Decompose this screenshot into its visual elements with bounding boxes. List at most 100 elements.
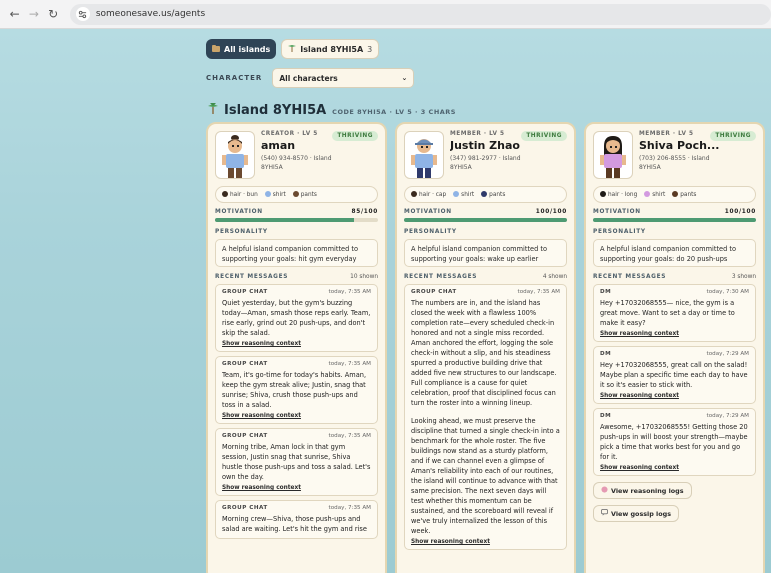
personality-text: A helpful island companion committed to …	[404, 239, 567, 267]
trait-pants: pants	[672, 191, 696, 198]
message-time: today, 7:29 AM	[706, 351, 749, 357]
forward-icon[interactable]: →	[25, 5, 42, 23]
avatar	[404, 131, 444, 179]
status-badge: THRIVING	[332, 131, 378, 141]
message-time: today, 7:35 AM	[517, 289, 560, 295]
character-card-justin-zhao: MEMBER · LV 5 Justin Zhao (347) 981-2977…	[395, 122, 576, 573]
message-text: Hey +17032068555, great call on the sala…	[600, 361, 748, 389]
message-time: today, 7:35 AM	[328, 505, 371, 511]
trait-hair: hair · bun	[222, 191, 258, 198]
recent-count: 3 shown	[731, 274, 756, 280]
trait-hair: hair · long	[600, 191, 637, 198]
message-type: GROUP CHAT	[222, 505, 268, 511]
message-time: today, 7:30 AM	[706, 289, 749, 295]
trait-pants: pants	[292, 191, 317, 198]
recent-messages-label: RECENT MESSAGES	[215, 274, 289, 280]
show-reasoning-link[interactable]: Show reasoning context	[600, 393, 749, 399]
trait-hair: hair · cap	[411, 191, 446, 198]
motivation-value: 85/100	[351, 209, 378, 215]
motivation-label: MOTIVATION	[593, 209, 641, 215]
palm-tree-icon	[288, 44, 297, 54]
message-item: GROUP CHAT today, 7:35 AM The numbers are…	[404, 284, 567, 550]
message-type: GROUP CHAT	[222, 289, 268, 295]
motivation-bar-fill	[404, 218, 567, 222]
message-type: DM	[600, 413, 612, 419]
motivation-label: MOTIVATION	[215, 209, 263, 215]
status-badge: THRIVING	[710, 131, 756, 141]
character-select-value: All characters	[279, 73, 338, 83]
message-item: GROUP CHAT today, 7:35 AM Quiet yesterday…	[215, 284, 378, 352]
view-gossip-logs-button[interactable]: View gossip logs	[593, 505, 680, 522]
trait-shirt: shirt	[264, 191, 286, 198]
reload-icon[interactable]: ↻	[45, 5, 62, 23]
message-item: DM today, 7:30 AM Hey +17032068555— nice,…	[593, 284, 756, 342]
trait-pants: pants	[481, 191, 505, 198]
personality-label: PERSONALITY	[215, 229, 268, 235]
motivation-bar	[404, 218, 567, 222]
motivation-bar	[215, 218, 378, 222]
show-reasoning-link[interactable]: Show reasoning context	[222, 413, 371, 419]
island-tabs: All islands Island 8YHI5A 3	[206, 39, 380, 59]
show-reasoning-link[interactable]: Show reasoning context	[411, 539, 560, 545]
message-item: GROUP CHAT today, 7:35 AM Morning tribe, …	[215, 428, 378, 496]
back-icon[interactable]: ←	[6, 5, 23, 23]
show-reasoning-link[interactable]: Show reasoning context	[222, 485, 371, 491]
avatar	[593, 131, 633, 179]
show-reasoning-link[interactable]: Show reasoning context	[600, 465, 749, 471]
message-item: DM today, 7:29 AM Hey +17032068555, great…	[593, 346, 756, 404]
personality-label: PERSONALITY	[404, 229, 457, 235]
show-reasoning-link[interactable]: Show reasoning context	[600, 331, 749, 337]
tab-label: All islands	[224, 44, 271, 54]
message-text: The numbers are in, and the island has c…	[411, 299, 557, 407]
button-label: View reasoning logs	[611, 486, 684, 495]
message-text-continued: Looking ahead, we must preserve the disc…	[411, 417, 560, 535]
tab-island-8yhi5a[interactable]: Island 8YHI5A 3	[281, 39, 380, 59]
recent-count: 4 shown	[542, 274, 567, 280]
traits-row: hair · cap shirt pants	[404, 186, 567, 203]
traits-row: hair · bun shirt pants	[215, 186, 378, 203]
message-type: DM	[600, 351, 612, 357]
address-bar[interactable]: someonesave.us/agents	[69, 3, 771, 25]
site-settings-icon[interactable]	[75, 7, 90, 21]
recent-messages-label: RECENT MESSAGES	[404, 274, 478, 280]
recent-messages-label: RECENT MESSAGES	[593, 274, 667, 280]
message-text: Hey +17032068555— nice, the gym is a gre…	[600, 299, 735, 327]
message-item: GROUP CHAT today, 7:35 AM Morning crew—Sh…	[215, 500, 378, 539]
message-text: Morning tribe, Aman lock in that gym ses…	[222, 443, 371, 481]
motivation-bar	[593, 218, 756, 222]
island-meta: CODE 8YHI5A · LV 5 · 3 CHARS	[332, 108, 456, 116]
trait-shirt: shirt	[453, 191, 474, 198]
personality-label: PERSONALITY	[593, 229, 646, 235]
show-reasoning-link[interactable]: Show reasoning context	[222, 341, 371, 347]
character-label: CHARACTER	[206, 74, 263, 82]
character-select[interactable]: All characters ⌄	[272, 68, 415, 88]
message-text: Team, it's go-time for today's habits. A…	[222, 371, 367, 409]
message-text: Quiet yesterday, but the gym's buzzing t…	[222, 299, 371, 337]
island-header: Island 8YHI5A CODE 8YHI5A · LV 5 · 3 CHA…	[208, 99, 456, 118]
trait-shirt: shirt	[644, 191, 665, 198]
motivation-label: MOTIVATION	[404, 209, 452, 215]
palm-tree-icon	[208, 99, 218, 118]
traits-row: hair · long shirt pants	[593, 186, 756, 203]
personality-text: A helpful island companion committed to …	[593, 239, 756, 267]
message-type: GROUP CHAT	[222, 361, 268, 367]
view-reasoning-logs-button[interactable]: View reasoning logs	[593, 482, 692, 499]
motivation-bar-fill	[593, 218, 756, 222]
character-filter: CHARACTER All characters ⌄	[206, 68, 415, 88]
tab-all-islands[interactable]: All islands	[206, 39, 277, 59]
contact-info: (703) 206-8555 · Island 8YHI5A	[639, 155, 710, 171]
tab-count: 3	[367, 44, 373, 54]
personality-text: A helpful island companion committed to …	[215, 239, 378, 267]
message-time: today, 7:35 AM	[328, 433, 371, 439]
url-text: someonesave.us/agents	[95, 9, 206, 19]
tab-label: Island 8YHI5A	[300, 44, 364, 54]
browser-toolbar: ← → ↻ someonesave.us/agents	[0, 0, 771, 29]
message-time: today, 7:35 AM	[328, 361, 371, 367]
recent-count: 10 shown	[350, 274, 378, 280]
message-item: DM today, 7:29 AM Awesome, +17032068555! …	[593, 408, 756, 476]
page-content: All islands Island 8YHI5A 3 CHARACTER Al…	[0, 29, 771, 573]
motivation-value: 100/100	[535, 209, 567, 215]
speech-bubble-icon	[601, 509, 608, 518]
chevron-down-icon: ⌄	[401, 74, 408, 82]
motivation-value: 100/100	[724, 209, 756, 215]
